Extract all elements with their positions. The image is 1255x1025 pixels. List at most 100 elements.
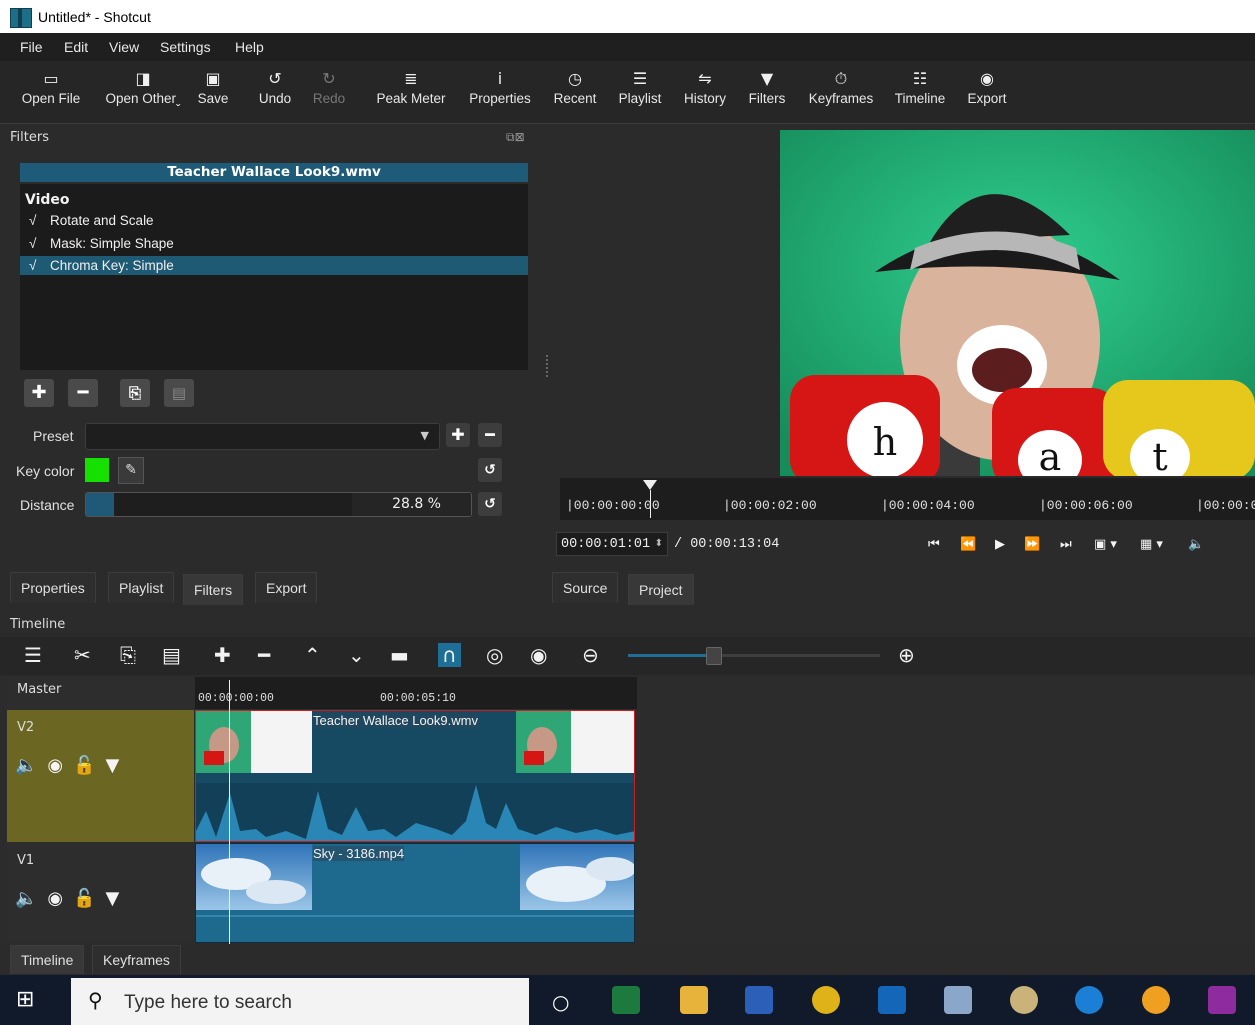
task-view-icon[interactable]: ○: [552, 990, 569, 1014]
app-icon[interactable]: [944, 986, 972, 1014]
paste-filter-button[interactable]: ▤: [164, 379, 194, 407]
check-icon[interactable]: √: [29, 234, 36, 254]
player-scrubber[interactable]: |00:00:00:00 |00:00:02:00 |00:00:04:00 |…: [560, 478, 1255, 520]
skip-to-start-icon[interactable]: ⏮: [928, 537, 940, 552]
tab-keyframes[interactable]: Keyframes: [92, 945, 181, 974]
eyedropper-icon[interactable]: ✎: [118, 457, 144, 484]
tab-export[interactable]: Export: [255, 572, 318, 603]
tab-filters[interactable]: Filters: [183, 574, 244, 605]
splitter-handle[interactable]: [546, 355, 550, 377]
dock-float-close-icon[interactable]: ⧉⊠: [506, 130, 525, 145]
copy-filter-button[interactable]: ⎘: [120, 379, 150, 407]
distance-slider[interactable]: 28.8 %: [85, 492, 472, 517]
preset-select[interactable]: ▼: [85, 423, 440, 450]
spinner-icon[interactable]: ⬍: [655, 533, 663, 557]
timeline-ruler[interactable]: 00:00:00:00 00:00:05:10: [195, 677, 637, 709]
filter-item-mask-simple-shape[interactable]: √ Mask: Simple Shape: [20, 234, 528, 254]
copy-icon[interactable]: ⎘: [120, 643, 136, 667]
export-button[interactable]: ◉ Export: [962, 67, 1012, 119]
menu-settings[interactable]: Settings: [160, 39, 211, 55]
excel-icon[interactable]: [612, 986, 640, 1014]
track-controls-icons[interactable]: 🔈◉🔓▼: [15, 888, 129, 909]
current-timecode-input[interactable]: 00:00:01:01 ⬍: [556, 532, 668, 556]
windows-start-icon[interactable]: ⊞: [16, 987, 34, 1012]
grid-icon[interactable]: ▦ ▾: [1140, 537, 1163, 552]
add-filter-button[interactable]: ✚: [24, 379, 54, 407]
word-icon[interactable]: [745, 986, 773, 1014]
playhead-marker[interactable]: [643, 480, 657, 490]
paint-icon[interactable]: [1010, 986, 1038, 1014]
chrome-canary-icon[interactable]: [1142, 986, 1170, 1014]
teams-icon[interactable]: [1208, 986, 1236, 1014]
lift-icon[interactable]: ⌃: [304, 643, 321, 667]
track-head-master[interactable]: Master: [7, 677, 194, 709]
playlist-button[interactable]: ☰ Playlist: [614, 67, 666, 119]
overwrite-icon[interactable]: ⌄: [348, 643, 365, 667]
remove-filter-button[interactable]: ━: [68, 379, 98, 407]
check-icon[interactable]: √: [29, 211, 36, 231]
paste-icon[interactable]: ▤: [162, 643, 181, 667]
menu-help[interactable]: Help: [235, 39, 264, 55]
peak-meter-button[interactable]: ≣ Peak Meter: [372, 67, 450, 119]
menu-file[interactable]: File: [20, 39, 43, 55]
playhead-line: [650, 490, 651, 518]
properties-button[interactable]: i Properties: [464, 67, 536, 119]
tab-timeline[interactable]: Timeline: [10, 945, 85, 974]
play-icon[interactable]: ▶: [995, 537, 1005, 552]
open-file-button[interactable]: ▭ Open File: [16, 67, 86, 119]
filters-button[interactable]: ▼ Filters: [744, 67, 790, 119]
timeline-playhead[interactable]: [229, 680, 230, 944]
tab-source[interactable]: Source: [552, 572, 619, 603]
menu-edit[interactable]: Edit: [64, 39, 88, 55]
reset-distance-button[interactable]: ↺: [478, 492, 502, 516]
keyframes-button[interactable]: ⏱ Keyframes: [804, 67, 878, 119]
append-icon[interactable]: ✚: [214, 643, 231, 667]
menu-view[interactable]: View: [109, 39, 139, 55]
volume-icon[interactable]: 🔈: [1188, 537, 1204, 552]
filter-item-rotate-scale[interactable]: √ Rotate and Scale: [20, 211, 528, 231]
reset-key-color-button[interactable]: ↺: [478, 458, 502, 482]
save-button[interactable]: ▣ Save: [192, 67, 234, 119]
remove-icon[interactable]: ━: [258, 643, 270, 667]
filter-item-chroma-key-simple[interactable]: √ Chroma Key: Simple: [20, 256, 528, 275]
rewind-icon[interactable]: ⏪: [960, 537, 976, 552]
timeline-button[interactable]: ☷ Timeline: [892, 67, 948, 119]
zoom-in-icon[interactable]: ⊕: [898, 643, 915, 667]
outlook-icon[interactable]: [878, 986, 906, 1014]
chrome-icon[interactable]: [812, 986, 840, 1014]
skip-to-end-icon[interactable]: ⏭: [1060, 537, 1072, 552]
undo-button[interactable]: ↺ Undo: [254, 67, 296, 119]
tab-project[interactable]: Project: [628, 574, 694, 605]
split-icon[interactable]: ▬: [390, 643, 409, 667]
file-explorer-icon[interactable]: [680, 986, 708, 1014]
track-head-v2[interactable]: V2 🔈◉🔓▼: [7, 710, 194, 842]
redo-button[interactable]: ↻ Redo: [308, 67, 350, 119]
zoom-slider-fill: [628, 654, 708, 657]
tab-properties[interactable]: Properties: [10, 572, 96, 603]
tab-playlist[interactable]: Playlist: [108, 572, 175, 603]
fast-forward-icon[interactable]: ⏩: [1024, 537, 1040, 552]
snap-magnet-icon[interactable]: ∩: [438, 643, 461, 667]
timeline-clip-v1[interactable]: Sky - 3186.mp4: [195, 843, 635, 943]
key-color-swatch[interactable]: [85, 458, 109, 482]
cut-icon[interactable]: ✂: [74, 643, 91, 667]
delete-preset-button[interactable]: ━: [478, 423, 502, 447]
recent-button[interactable]: ◷ Recent: [549, 67, 601, 119]
stopwatch-icon: ⏱: [834, 69, 848, 88]
timeline-clip-v2[interactable]: Teacher Wallace Look9.wmv: [195, 710, 635, 842]
zoom-icon[interactable]: ▣ ▾: [1094, 537, 1117, 552]
history-button[interactable]: ⇋ History: [679, 67, 731, 119]
ripple-icon[interactable]: ◉: [530, 643, 547, 667]
distance-value: 28.8 %: [392, 496, 441, 512]
save-preset-button[interactable]: ✚: [446, 423, 470, 447]
open-other-button[interactable]: ◨ Open Otherˬ: [98, 67, 188, 119]
menu-icon[interactable]: ☰: [24, 643, 42, 667]
edge-icon[interactable]: [1075, 986, 1103, 1014]
zoom-slider-handle[interactable]: [706, 647, 722, 665]
track-controls-icons[interactable]: 🔈◉🔓▼: [15, 755, 129, 776]
zoom-out-icon[interactable]: ⊖: [582, 643, 599, 667]
distance-label: Distance: [20, 497, 75, 513]
check-icon[interactable]: √: [29, 256, 36, 275]
scrub-eye-icon[interactable]: ◎: [486, 643, 503, 667]
track-head-v1[interactable]: V1 🔈◉🔓▼: [7, 843, 194, 943]
